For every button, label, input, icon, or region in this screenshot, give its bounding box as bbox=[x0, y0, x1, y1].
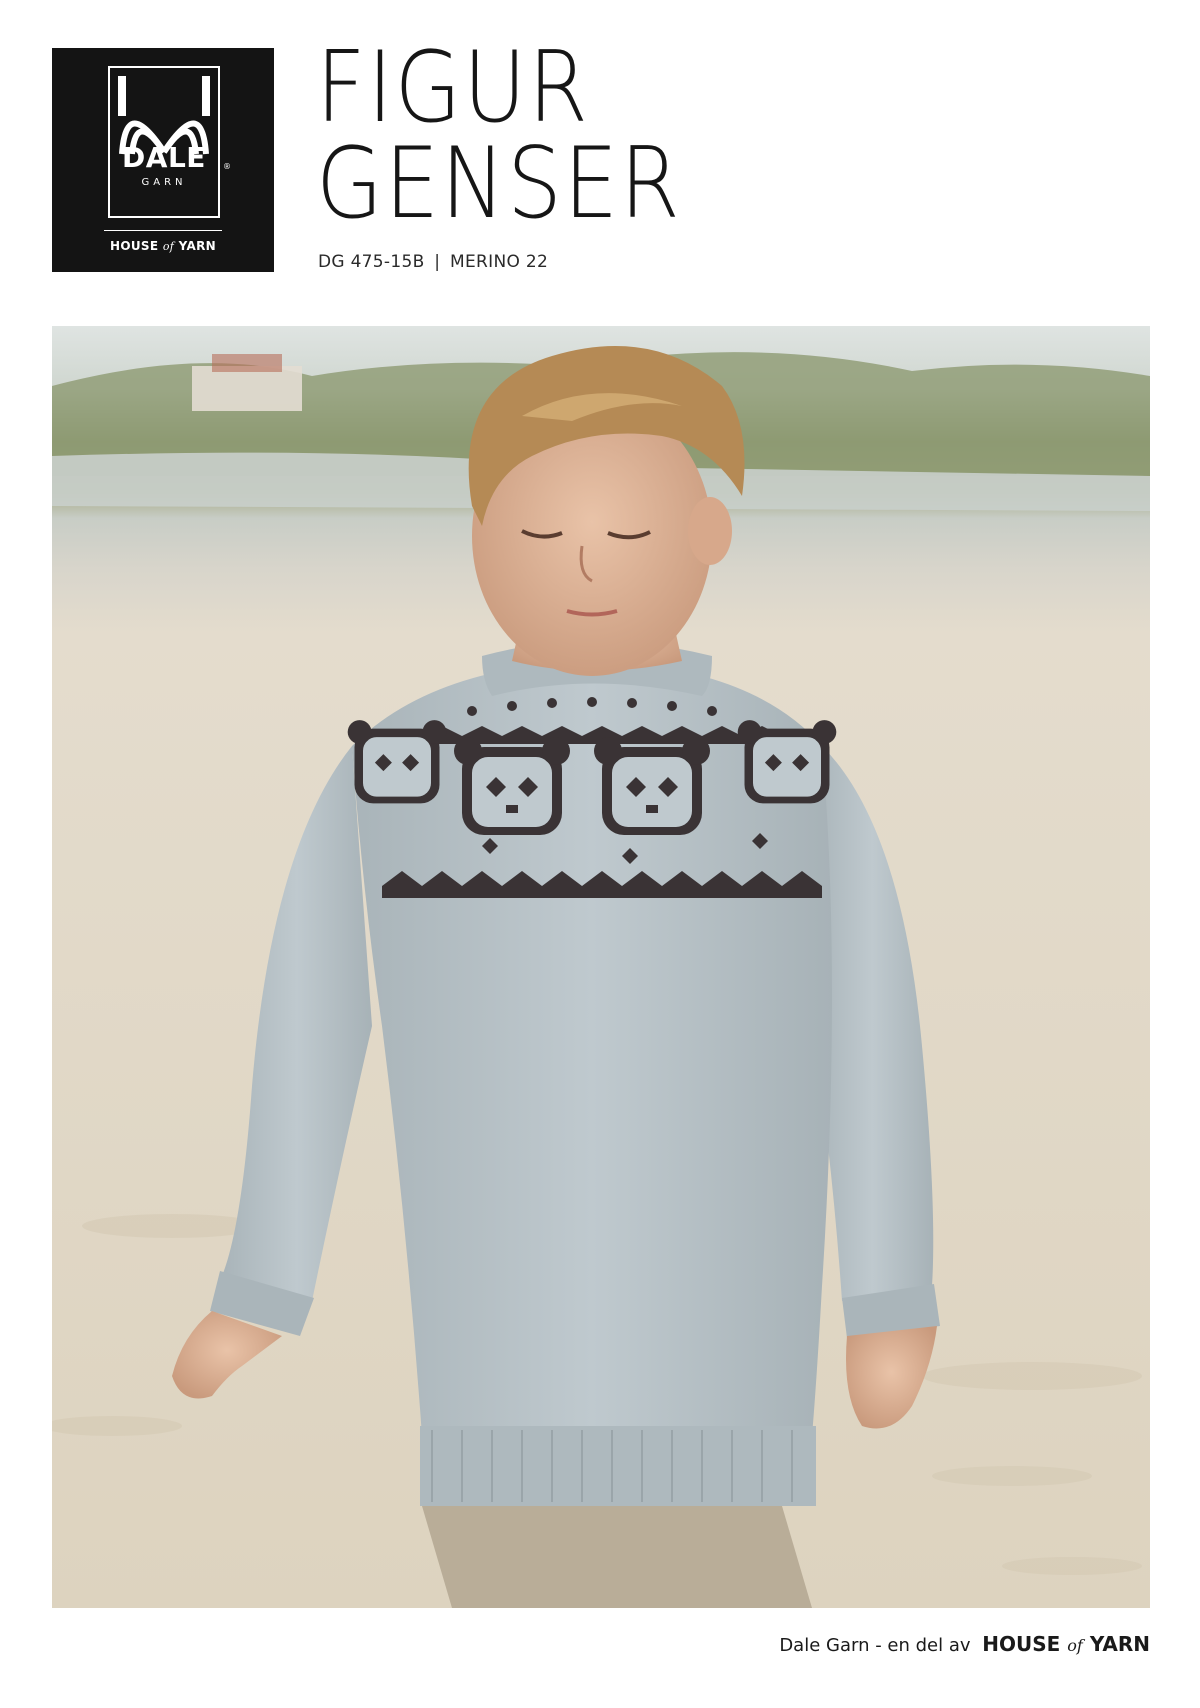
pattern-code: DG 475-15B bbox=[318, 252, 425, 272]
footer-brand-right: YARN bbox=[1089, 1632, 1150, 1656]
boy-sweater-illustration bbox=[52, 326, 1150, 1608]
logo-house-of-yarn: HOUSE of YARN bbox=[52, 240, 274, 252]
dale-garn-logo: DALE GARN ® HOUSE of YARN bbox=[52, 48, 274, 272]
logo-mark-icon: DALE GARN bbox=[108, 66, 220, 218]
page-title: FIGUR GENSER bbox=[316, 31, 731, 241]
logo-house-of: of bbox=[162, 240, 175, 253]
logo-house-left: HOUSE bbox=[110, 239, 159, 253]
footer-credit: Dale Garn - en del av HOUSE of YARN bbox=[779, 1632, 1150, 1656]
logo-sub-text: GARN bbox=[141, 177, 187, 188]
cover-photo bbox=[52, 326, 1150, 1608]
footer-brand: HOUSE of YARN bbox=[982, 1632, 1150, 1656]
footer-brand-left: HOUSE bbox=[982, 1632, 1061, 1656]
yarn-name: MERINO 22 bbox=[450, 252, 549, 272]
title-line-1: FIGUR bbox=[316, 31, 590, 145]
pattern-subtitle: DG 475-15B | MERINO 22 bbox=[318, 252, 548, 272]
logo-house-right: YARN bbox=[178, 239, 216, 253]
registered-mark: ® bbox=[223, 162, 231, 171]
footer-text: Dale Garn - en del av bbox=[779, 1635, 971, 1656]
logo-divider bbox=[104, 230, 222, 231]
logo-brand-text: DALE bbox=[122, 141, 206, 174]
footer-brand-of: of bbox=[1067, 1636, 1083, 1655]
title-line-2: GENSER bbox=[316, 127, 682, 241]
subtitle-separator: | bbox=[434, 252, 441, 272]
